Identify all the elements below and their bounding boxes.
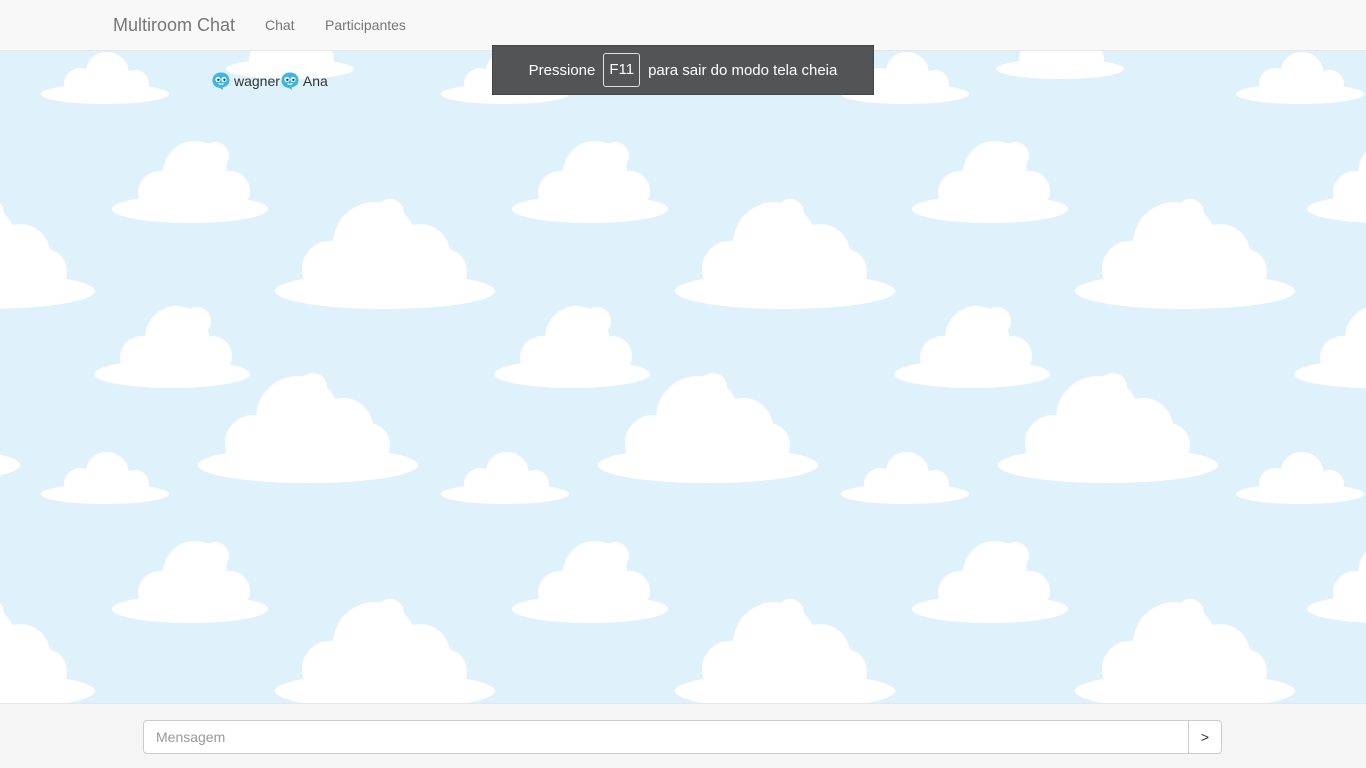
participants-list: wagner Ana (211, 71, 328, 91)
fullscreen-key-badge: F11 (603, 53, 641, 87)
navbar: Multiroom Chat Chat Participantes (0, 0, 1366, 51)
message-composer: > (0, 703, 1366, 768)
brand-link[interactable]: Multiroom Chat (113, 14, 235, 36)
fullscreen-notice-prefix: Pressione (528, 61, 596, 79)
fullscreen-notice: Pressione F11 para sair do modo tela che… (492, 45, 874, 95)
participant-item: wagner (211, 71, 280, 91)
send-button[interactable]: > (1188, 720, 1222, 754)
participant-item: Ana (280, 71, 328, 91)
nav-link-chat[interactable]: Chat (265, 16, 295, 34)
fullscreen-notice-suffix: para sair do modo tela cheia (648, 61, 838, 79)
participant-name: wagner (234, 73, 280, 89)
message-input[interactable] (143, 720, 1188, 754)
message-input-group: > (143, 720, 1222, 754)
chat-bubble-face-icon (281, 72, 299, 90)
nav-link-participantes[interactable]: Participantes (325, 16, 406, 34)
chat-area (0, 51, 1366, 703)
cloud-background (0, 51, 1366, 703)
chat-bubble-face-icon (212, 72, 230, 90)
participant-name: Ana (302, 73, 328, 89)
